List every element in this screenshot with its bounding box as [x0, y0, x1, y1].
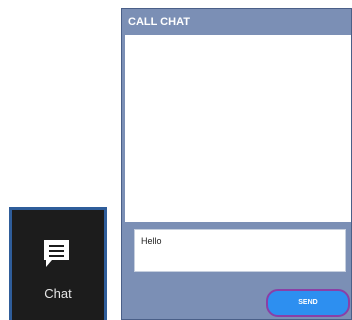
send-button[interactable]: SEND [266, 289, 350, 317]
panel-title: CALL CHAT [122, 9, 351, 35]
chat-bubble-icon [44, 240, 69, 267]
chat-launcher-button[interactable]: Chat [9, 207, 107, 320]
message-input[interactable]: Hello [134, 229, 346, 272]
call-chat-panel: CALL CHAT Hello SEND [121, 8, 352, 320]
chat-launcher-label: Chat [44, 286, 72, 301]
message-history [125, 35, 351, 222]
